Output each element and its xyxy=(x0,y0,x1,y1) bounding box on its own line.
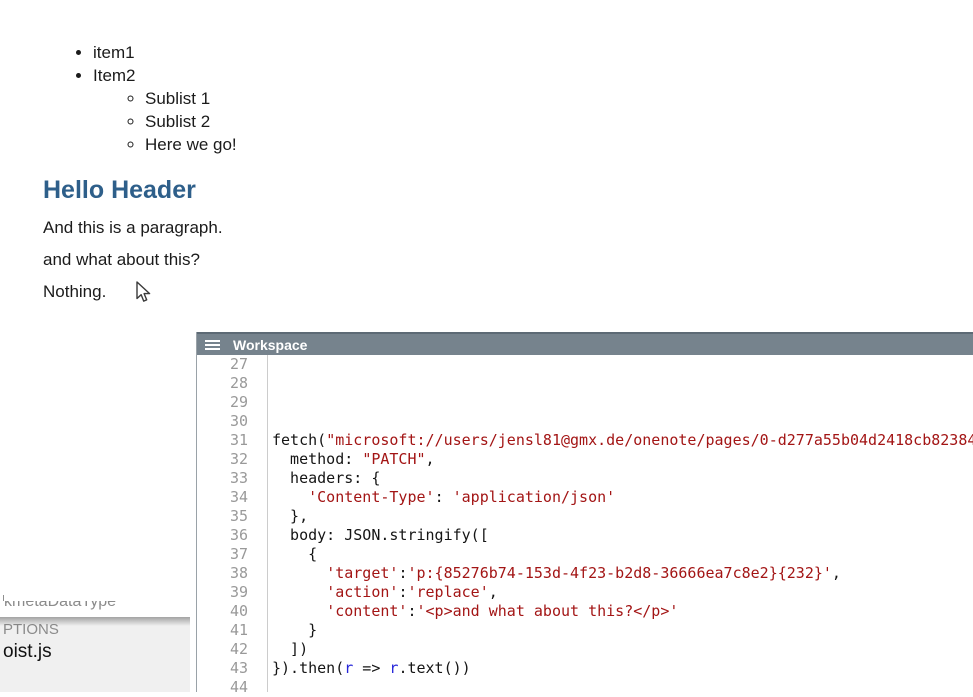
code-line[interactable]: { xyxy=(272,545,973,564)
code-string: 'Content-Type' xyxy=(308,488,434,506)
code-text: => xyxy=(353,659,389,677)
code-text: .text()) xyxy=(398,659,470,677)
code-text: : xyxy=(435,488,453,506)
code-string: 'replace' xyxy=(407,583,488,601)
list-item: Item2Sublist 1Sublist 2Here we go! xyxy=(93,64,237,156)
line-number: 42 xyxy=(197,640,248,659)
line-number: 36 xyxy=(197,526,248,545)
sub-list-item: Sublist 1 xyxy=(145,87,237,110)
code-line[interactable]: }, xyxy=(272,507,973,526)
line-number: 29 xyxy=(197,393,248,412)
line-number: 31 xyxy=(197,431,248,450)
code-string: "PATCH" xyxy=(362,450,425,468)
code-line[interactable]: } xyxy=(272,621,973,640)
code-line[interactable]: body: JSON.stringify([ xyxy=(272,526,973,545)
autocomplete-popup: kmetaDataType PTIONSoist.js xyxy=(0,601,190,692)
line-number-gutter: 272829303132333435363738394041424344 xyxy=(197,355,268,692)
code-identifier: r xyxy=(344,659,353,677)
clipped-popup-item[interactable]: kmetaDataType xyxy=(0,601,190,617)
code-line[interactable] xyxy=(272,393,973,412)
code-string: 'action' xyxy=(326,583,398,601)
popup-top-shadow xyxy=(0,617,190,626)
popup-item-file[interactable]: oist.js xyxy=(0,638,190,663)
code-text: , xyxy=(426,450,435,468)
code-text: } xyxy=(272,621,317,639)
code-line[interactable] xyxy=(272,355,973,374)
page-title: Hello Header xyxy=(43,176,196,205)
hamburger-menu-icon[interactable] xyxy=(205,338,220,352)
paragraph-block: And this is a paragraph. and what about t… xyxy=(43,216,223,312)
code-string: "microsoft://users/jensl81@gmx.de/onenot… xyxy=(326,431,973,449)
bullet-list: item1Item2Sublist 1Sublist 2Here we go! xyxy=(53,41,237,156)
code-text: }, xyxy=(272,507,308,525)
code-text: ]) xyxy=(272,640,308,658)
line-number: 38 xyxy=(197,564,248,583)
paragraph: And this is a paragraph. xyxy=(43,216,223,239)
code-line[interactable] xyxy=(272,412,973,431)
code-text xyxy=(272,488,308,506)
line-number: 43 xyxy=(197,659,248,678)
line-number: 30 xyxy=(197,412,248,431)
code-text: { xyxy=(272,545,317,563)
list-item: item1 xyxy=(93,41,237,64)
paragraph: and what about this? xyxy=(43,248,223,271)
code-text: , xyxy=(832,564,841,582)
line-number: 44 xyxy=(197,678,248,697)
code-text: headers: { xyxy=(272,469,380,487)
line-number: 34 xyxy=(197,488,248,507)
workspace-title: Workspace xyxy=(233,337,307,353)
code-text xyxy=(272,583,326,601)
code-text: body: JSON.stringify([ xyxy=(272,526,489,544)
code-text: method: xyxy=(272,450,362,468)
code-line[interactable]: fetch("microsoft://users/jensl81@gmx.de/… xyxy=(272,431,973,450)
sub-list-item: Here we go! xyxy=(145,133,237,156)
clipped-popup-label: kmetaDataType xyxy=(4,601,116,611)
line-number: 27 xyxy=(197,355,248,374)
line-number: 33 xyxy=(197,469,248,488)
code-text xyxy=(272,564,326,582)
code-line[interactable]: 'action':'replace', xyxy=(272,583,973,602)
paragraph: Nothing. xyxy=(43,280,223,303)
code-line[interactable]: method: "PATCH", xyxy=(272,450,973,469)
sub-list: Sublist 1Sublist 2Here we go! xyxy=(93,87,237,156)
editor-body: 272829303132333435363738394041424344 fet… xyxy=(197,355,973,692)
line-number: 35 xyxy=(197,507,248,526)
workspace-titlebar[interactable]: Workspace xyxy=(197,332,973,355)
code-string: 'application/json' xyxy=(453,488,616,506)
code-line[interactable] xyxy=(272,678,973,692)
code-text: , xyxy=(489,583,498,601)
code-area[interactable]: fetch("microsoft://users/jensl81@gmx.de/… xyxy=(268,355,973,692)
code-line[interactable]: headers: { xyxy=(272,469,973,488)
code-line[interactable] xyxy=(272,374,973,393)
code-string: 'target' xyxy=(326,564,398,582)
code-text: : xyxy=(407,602,416,620)
workspace-panel: Workspace 272829303132333435363738394041… xyxy=(196,332,973,692)
line-number: 39 xyxy=(197,583,248,602)
mouse-pointer-icon xyxy=(135,281,152,310)
code-line[interactable]: 'target':'p:{85276b74-153d-4f23-b2d8-366… xyxy=(272,564,973,583)
line-number: 32 xyxy=(197,450,248,469)
code-string: 'p:{85276b74-153d-4f23-b2d8-36666ea7c8e2… xyxy=(407,564,831,582)
code-string: '<p>and what about this?</p>' xyxy=(417,602,679,620)
code-line[interactable]: }).then(r => r.text()) xyxy=(272,659,973,678)
sub-list-item: Sublist 2 xyxy=(145,110,237,133)
line-number: 28 xyxy=(197,374,248,393)
code-text: fetch( xyxy=(272,431,326,449)
line-number: 37 xyxy=(197,545,248,564)
line-number: 40 xyxy=(197,602,248,621)
popup-panel: PTIONSoist.js xyxy=(0,617,190,692)
code-text xyxy=(272,602,326,620)
code-line[interactable]: 'Content-Type': 'application/json' xyxy=(272,488,973,507)
line-number: 41 xyxy=(197,621,248,640)
code-string: 'content' xyxy=(326,602,407,620)
code-line[interactable]: ]) xyxy=(272,640,973,659)
code-line[interactable]: 'content':'<p>and what about this?</p>' xyxy=(272,602,973,621)
code-text: }).then( xyxy=(272,659,344,677)
